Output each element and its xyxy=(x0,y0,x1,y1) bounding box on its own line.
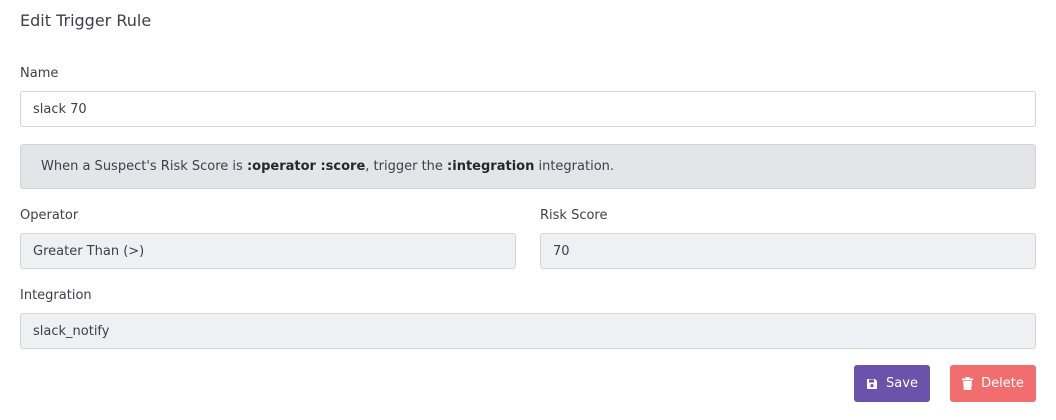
operator-label: Operator xyxy=(20,208,79,223)
trash-icon xyxy=(962,377,974,390)
operator-token: :operator xyxy=(246,159,316,174)
score-token: :score xyxy=(320,159,366,174)
name-label: Name xyxy=(20,66,59,81)
floppy-disk-icon xyxy=(866,378,878,390)
delete-button[interactable]: Delete xyxy=(950,365,1036,402)
integration-label: Integration xyxy=(20,288,92,303)
description-middle: , trigger the xyxy=(365,159,448,174)
rule-description-banner: When a Suspect's Risk Score is :operator… xyxy=(20,144,1036,189)
risk-score-input[interactable]: 70 xyxy=(540,233,1036,269)
operator-select[interactable]: Greater Than (>) xyxy=(20,233,516,269)
delete-label: Delete xyxy=(981,376,1024,391)
save-label: Save xyxy=(886,376,918,391)
save-button[interactable]: Save xyxy=(854,365,930,402)
description-prefix: When a Suspect's Risk Score is xyxy=(41,159,247,174)
risk-score-label: Risk Score xyxy=(540,208,608,223)
integration-select[interactable]: slack_notify xyxy=(20,313,1036,349)
name-input[interactable]: slack 70 xyxy=(20,91,1036,127)
description-suffix: integration. xyxy=(534,159,615,174)
integration-token: :integration xyxy=(447,159,535,174)
edit-trigger-rule-form: Edit Trigger Rule Name slack 70 When a S… xyxy=(0,0,1056,420)
page-title: Edit Trigger Rule xyxy=(20,11,152,30)
